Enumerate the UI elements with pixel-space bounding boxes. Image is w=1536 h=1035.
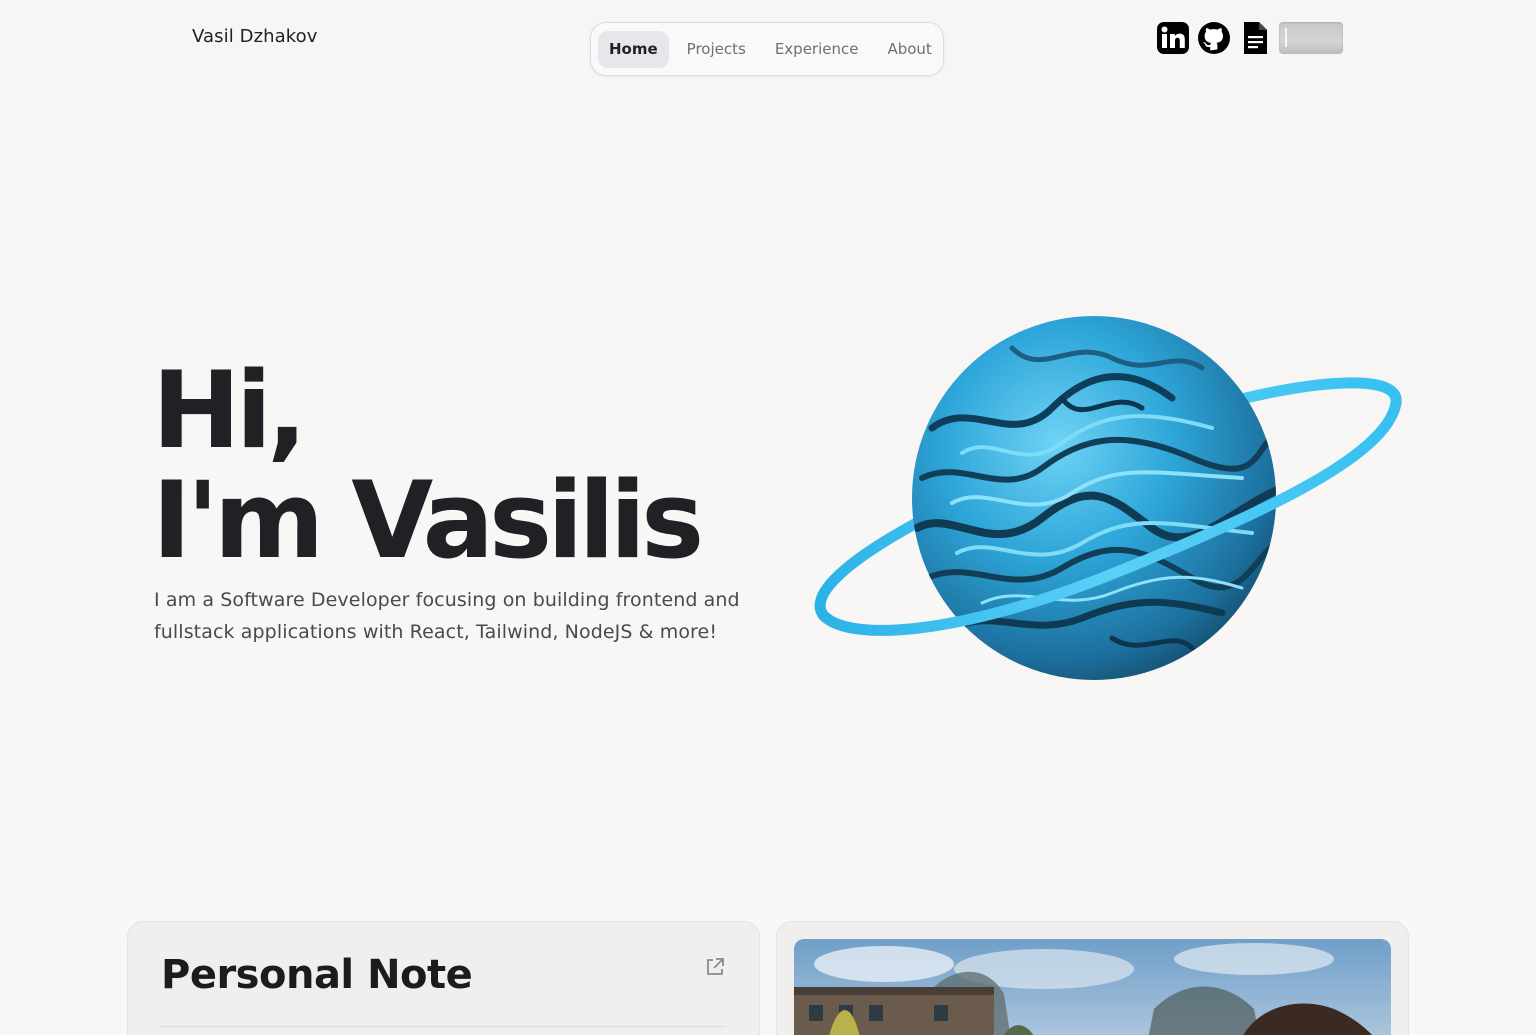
nav-item-experience[interactable]: Experience xyxy=(764,31,870,68)
personal-note-card[interactable]: Personal Note xyxy=(127,921,760,1035)
personal-note-title: Personal Note xyxy=(161,952,473,998)
nav-item-home[interactable]: Home xyxy=(598,30,669,68)
nav-item-about[interactable]: About xyxy=(876,31,942,68)
toggle-knob xyxy=(1285,28,1287,47)
brand-name[interactable]: Vasil Dzhakov xyxy=(192,26,318,47)
theme-toggle[interactable] xyxy=(1279,22,1343,54)
github-icon[interactable] xyxy=(1197,21,1231,55)
social-links xyxy=(1156,21,1343,55)
hero-subtitle: I am a Software Developer focusing on bu… xyxy=(154,589,740,643)
hero-name: I'm Vasilis xyxy=(152,459,704,582)
hero-greeting: Hi, xyxy=(152,349,307,472)
photo-card xyxy=(776,921,1409,1035)
page: Vasil Dzhakov Home Projects Experience A… xyxy=(0,0,1536,1035)
profile-photo xyxy=(794,939,1391,1035)
hero-heading: Hi, I'm Vasilis xyxy=(152,349,704,582)
external-link-icon[interactable] xyxy=(704,956,726,978)
nav-item-projects[interactable]: Projects xyxy=(676,31,757,68)
linkedin-icon[interactable] xyxy=(1156,21,1190,55)
main-nav: Home Projects Experience About xyxy=(590,22,944,76)
planet-illustration xyxy=(814,316,1402,680)
divider xyxy=(161,1026,726,1027)
resume-document-icon[interactable] xyxy=(1238,21,1272,55)
